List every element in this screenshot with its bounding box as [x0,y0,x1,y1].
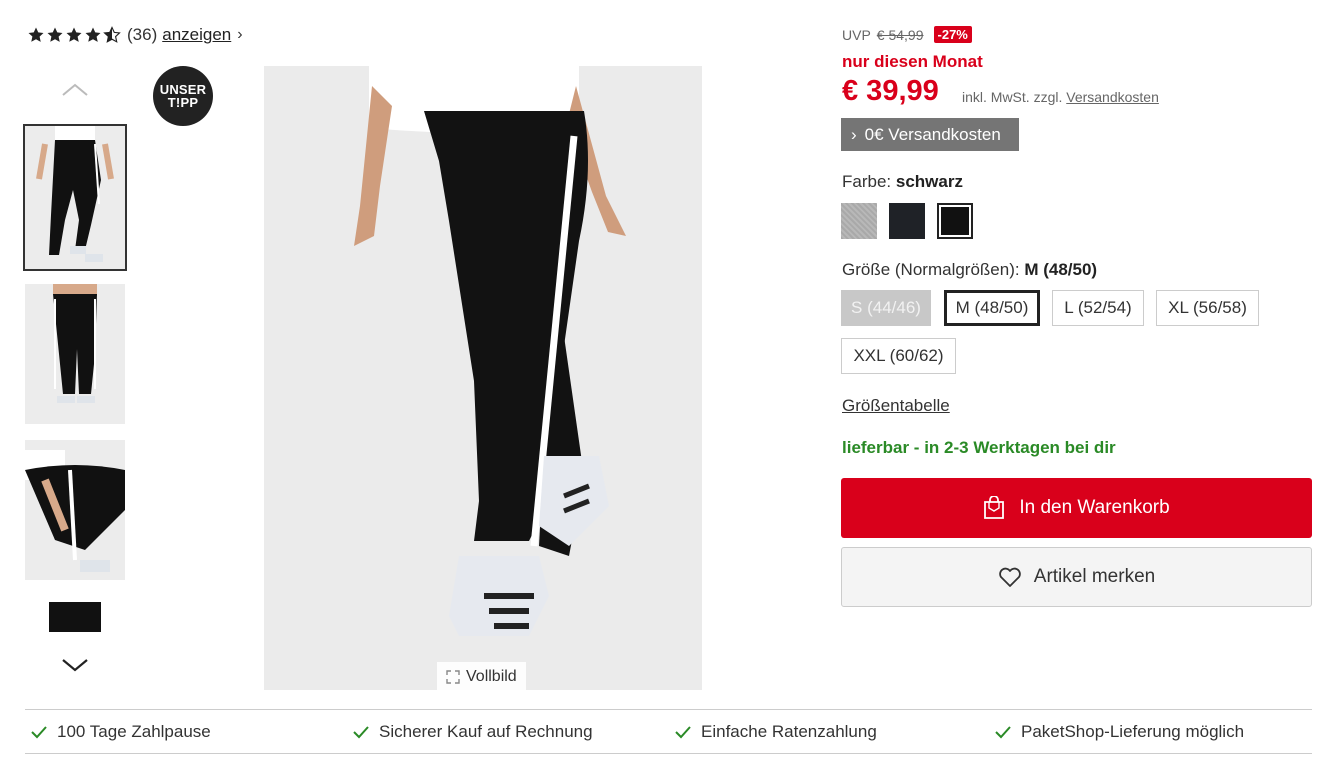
wishlist-button[interactable]: Artikel merken [841,547,1312,607]
add-to-cart-label: In den Warenkorb [1019,497,1170,518]
color-swatch-navy[interactable] [889,203,925,239]
add-to-cart-button[interactable]: In den Warenkorb [841,478,1312,538]
benefit-label: Einfache Ratenzahlung [701,722,877,741]
thumbnail-image [25,284,125,424]
thumbnail-3[interactable] [25,440,125,580]
star-half-icon [103,26,121,43]
promo-text: nur diesen Monat [842,52,983,71]
selected-size: M (48/50) [1024,260,1098,279]
chevron-right-icon[interactable]: › [237,26,242,44]
old-price: € 54,99 [876,26,924,43]
thumbnail-image [49,602,101,632]
check-icon [995,726,1011,739]
badge-line-2: T!PP [167,95,199,110]
product-rating: (36) anzeigen › [27,25,243,45]
check-icon [675,726,691,739]
free-shipping-label: 0€ Versandkosten [864,124,1001,144]
selected-color: schwarz [895,172,963,191]
thumbnail-image [25,126,125,269]
star-full-icon [28,27,44,42]
size-option-l[interactable]: L (52/54) [1052,290,1144,326]
rating-stars [27,26,121,44]
discount-badge: -27% [933,26,972,43]
product-photo [264,66,702,690]
benefit-label: Sicherer Kauf auf Rechnung [379,722,593,741]
chevron-right-icon: › [851,124,857,144]
free-shipping-badge[interactable]: › 0€ Versandkosten [841,118,1019,151]
fullscreen-label: Vollbild [466,668,517,685]
benefit-item: 100 Tage Zahlpause [31,722,211,742]
uvp-price: UVP € 54,99 -27% [842,26,972,43]
benefit-item: PaketShop-Lieferung möglich [995,722,1244,742]
uvp-label: UVP [842,26,871,43]
star-full-icon [47,27,63,42]
check-icon [353,726,369,739]
benefit-label: 100 Tage Zahlpause [57,722,211,741]
shipping-costs-link[interactable]: Versandkosten [1066,89,1159,105]
shopping-bag-icon [984,496,1005,519]
thumbnail-2[interactable] [25,284,125,424]
benefit-item: Sicherer Kauf auf Rechnung [353,722,593,742]
thumbnail-image [25,440,125,580]
size-option-m[interactable]: M (48/50) [944,290,1040,326]
benefit-item: Einfache Ratenzahlung [675,722,877,742]
current-price: € 39,99 [842,75,939,107]
size-label: Größe (Normalgrößen): M (48/50) [842,260,1097,280]
star-full-icon [85,27,101,42]
availability-status: lieferbar - in 2-3 Werktagen bei dir [842,438,1116,457]
vat-info: inkl. MwSt. zzgl. Versandkosten [962,89,1159,105]
star-full-icon [66,27,82,42]
size-option-xl[interactable]: XL (56/58) [1156,290,1259,326]
chevron-down-icon[interactable] [60,655,90,675]
color-swatch-grey[interactable] [841,203,877,239]
chevron-up-icon[interactable] [60,80,90,100]
show-reviews-link[interactable]: anzeigen [162,25,231,45]
size-option-xxl[interactable]: XXL (60/62) [841,338,956,374]
heart-icon [999,567,1021,587]
wishlist-label: Artikel merken [1033,566,1156,587]
benefit-label: PaketShop-Lieferung möglich [1021,722,1245,741]
benefits-bar: 100 Tage Zahlpause Sicherer Kauf auf Rec… [25,709,1312,754]
color-label: Farbe: schwarz [842,172,963,192]
vat-text: inkl. MwSt. zzgl. [962,89,1063,105]
unser-tipp-badge: UNSER T!PP [153,66,213,126]
size-option-s: S (44/46) [841,290,931,326]
thumbnail-1[interactable] [23,124,127,271]
expand-icon [446,670,460,684]
size-label-text: Größe (Normalgrößen): [842,260,1020,279]
size-table-link[interactable]: Größentabelle [842,396,950,416]
main-product-image[interactable] [264,66,702,690]
fullscreen-button[interactable]: Vollbild [437,662,526,692]
rating-count: (36) [127,25,158,44]
thumbnail-4[interactable] [25,596,125,632]
color-swatch-black[interactable] [937,203,973,239]
check-icon [31,726,47,739]
color-label-text: Farbe: [842,172,892,191]
